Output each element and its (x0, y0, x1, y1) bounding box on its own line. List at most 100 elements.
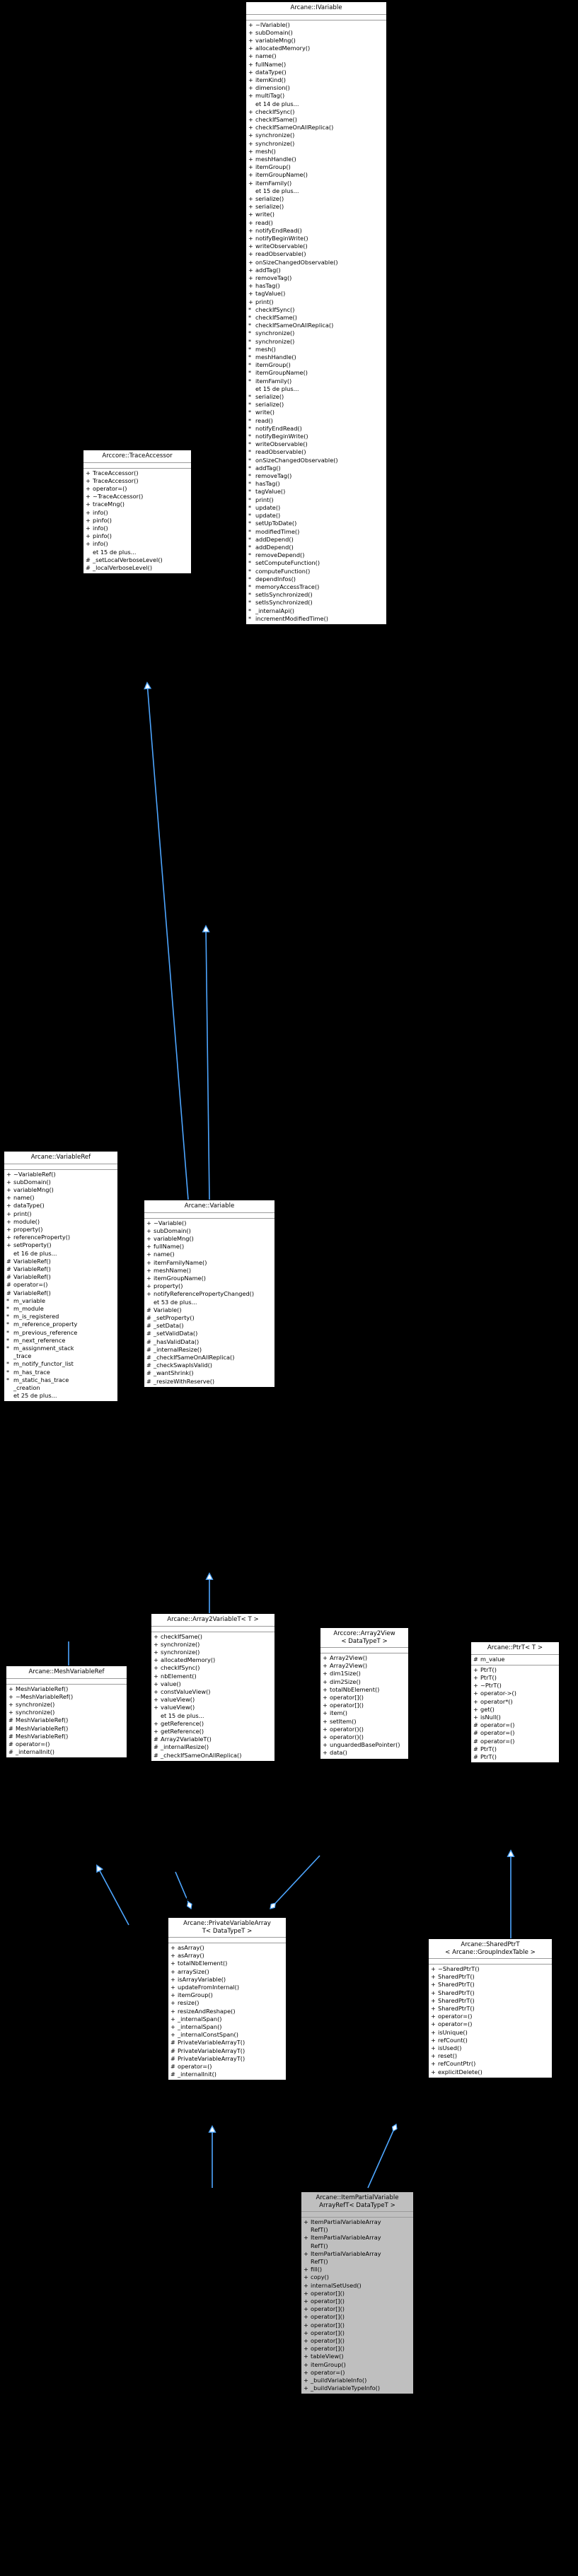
visibility-marker: * (248, 369, 252, 377)
visibility-marker: + (304, 2266, 308, 2273)
visibility-marker: + (248, 107, 253, 115)
member-name: _internalSpan() (178, 2023, 222, 2031)
member-name: removeTag() (255, 274, 292, 281)
member-name: _resizeWithReserve() (154, 1377, 215, 1385)
member-name: ~IVariable() (255, 21, 290, 28)
member-name: modifiedTime() (255, 527, 300, 535)
member-row: + synchronize() (6, 1709, 127, 1716)
visibility-marker: + (146, 1282, 151, 1290)
visibility-marker: + (8, 1692, 13, 1700)
member-name: ~MeshVariableRef() (16, 1692, 74, 1700)
member-name: VariableRef() (13, 1265, 51, 1272)
member-name: checkIfSameOnAllReplica() (255, 322, 334, 329)
member-row: + operator*() (471, 1698, 559, 1706)
member-name: operator()() (330, 1725, 364, 1733)
visibility-marker: * (248, 480, 252, 488)
member-row: + data() (320, 1749, 408, 1757)
member-row: + PtrT() (471, 1666, 559, 1674)
member-name: _internalConstSpan() (178, 2031, 238, 2039)
member-row: + mesh() (246, 148, 386, 156)
member-row: * m_notify_functor_list (4, 1360, 117, 1368)
class-node-array2view[interactable]: Arccore::Array2View < DataTypeT > + Array… (320, 1627, 409, 1760)
visibility-marker: * (248, 409, 252, 416)
member-name: isNull() (480, 1713, 501, 1721)
visibility-marker: + (248, 211, 253, 218)
member-name: _internalInit() (178, 2071, 216, 2078)
member-row: + tableView() (301, 2353, 413, 2360)
visibility-marker: # (8, 1724, 13, 1732)
visibility-marker: * (248, 559, 252, 567)
member-row: + print() (246, 298, 386, 306)
visibility-marker: + (304, 2218, 308, 2225)
visibility-marker: + (304, 2289, 308, 2297)
member-name: nbElement() (161, 1672, 197, 1680)
visibility-marker: * (248, 543, 252, 551)
class-node-ptrt[interactable]: Arcane::PtrT< T > # m_value + PtrT() + PtrT(… (470, 1641, 560, 1764)
member-name: PtrT() (480, 1752, 497, 1760)
member-name: write() (255, 409, 274, 416)
member-row: + SharedPtrT() (429, 1973, 552, 1981)
visibility-marker: + (304, 2345, 308, 2353)
class-node-meshvariableref[interactable]: Arcane::MeshVariableRef + MeshVariableRef… (6, 1665, 127, 1759)
member-row: + asArray() (168, 1952, 286, 1960)
member-row: * serialize() (246, 393, 386, 401)
member-name: update() (255, 512, 281, 520)
member-row: + Array2View() (320, 1662, 408, 1670)
member-name: explicitDelete() (438, 2068, 482, 2076)
visibility-marker: + (473, 1697, 478, 1705)
visibility-marker: + (248, 52, 253, 60)
member-row: # Array2VariableT() (151, 1735, 274, 1743)
member-row: # _hasValidData() (144, 1338, 274, 1346)
class-title: Arcane::PrivateVariableArray T< DataType… (168, 1918, 286, 1938)
member-row: * addDepend() (246, 536, 386, 544)
class-node-variableref[interactable]: Arcane::VariableRef + ~VariableRef() + subD… (4, 1151, 118, 1403)
member-name: subDomain() (154, 1226, 191, 1234)
visibility-marker: + (154, 1672, 158, 1680)
member-row: + checkIfSync() (246, 108, 386, 116)
member-row: * notifyEndRead() (246, 425, 386, 433)
member-name: getReference() (161, 1727, 204, 1735)
member-name: itemGroupName() (154, 1274, 206, 1282)
member-row: + setItem() (320, 1718, 408, 1726)
class-node-privatevariablearrayt[interactable]: Arcane::PrivateVariableArray T< DataType… (168, 1917, 287, 2081)
visibility-marker: + (154, 1680, 158, 1687)
visibility-marker: + (170, 2007, 175, 2015)
visibility-marker: + (323, 1733, 328, 1741)
visibility-marker: + (304, 2353, 308, 2360)
member-row: + constValueView() (151, 1688, 274, 1696)
member-row: + reset() (429, 2052, 552, 2060)
visibility-marker: + (248, 179, 253, 187)
member-row: + synchronize() (246, 131, 386, 139)
class-node-sharedptrt[interactable]: Arcane::SharedPtrT < Arcane::GroupIndexT… (428, 1938, 553, 2078)
member-name: Array2View() (330, 1654, 368, 1661)
class-node-ivariable[interactable]: Arcane::IVariable + ~IVariable() + subDomai… (245, 1, 387, 625)
member-row: + itemGroupName() (246, 171, 386, 179)
member-name: operator[]() (330, 1694, 364, 1702)
member-row: # PtrT() (471, 1753, 559, 1761)
member-row: # VariableRef() (4, 1289, 117, 1297)
member-name: _localVerboseLevel() (93, 563, 153, 571)
member-row-more: et 14 de plus... (246, 100, 386, 108)
class-node-traceaccessor[interactable]: Arccore::TraceAccessor + TraceAccessor() +… (83, 450, 192, 575)
member-name: ~Variable() (154, 1219, 187, 1226)
member-row: + operator[]() (301, 2329, 413, 2337)
member-name: print() (13, 1210, 32, 1217)
member-row: + itemGroup() (246, 163, 386, 171)
member-name: value() (161, 1680, 181, 1687)
class-node-itempartialvariablearrayreft[interactable]: Arcane::ItemPartialVariable ArrayRefT< D… (301, 2191, 414, 2395)
visibility-marker: + (146, 1219, 151, 1226)
member-name: serialize() (255, 194, 284, 202)
methods-compartment: + ~Variable() + subDomain() + variableMng() + f… (144, 1219, 274, 1387)
visibility-marker: + (304, 2329, 308, 2336)
visibility-marker: * (248, 607, 252, 614)
class-node-variable[interactable]: Arcane::Variable + ~Variable() + subDomain(… (144, 1200, 275, 1388)
member-row: * checkIfSync() (246, 306, 386, 314)
member-row: + copy() (301, 2273, 413, 2281)
member-row: * readObservable() (246, 448, 386, 456)
class-node-array2variablet[interactable]: Arcane::Array2VariableT< T > + checkIfSam… (151, 1613, 275, 1762)
member-row: + PtrT() (471, 1674, 559, 1682)
member-name: isUsed() (438, 2044, 462, 2052)
visibility-marker: + (8, 1709, 13, 1716)
member-row: * incrementModifiedTime() (246, 615, 386, 623)
member-row: + valueView() (151, 1704, 274, 1711)
